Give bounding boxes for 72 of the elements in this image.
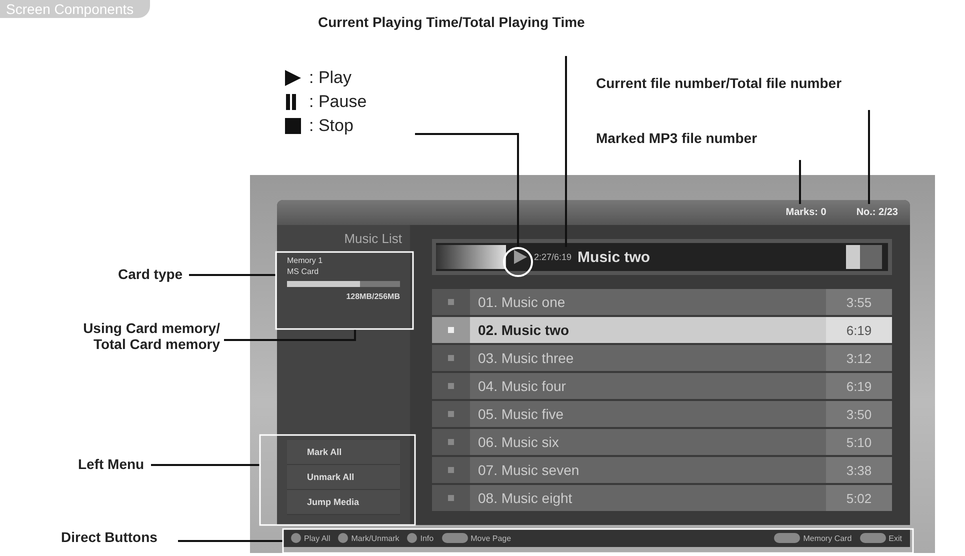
track-duration: 5:10 (826, 429, 892, 455)
track-row[interactable]: 02. Music two 6:19 (432, 317, 892, 343)
mark-box[interactable] (448, 327, 454, 333)
track-duration: 6:19 (826, 373, 892, 399)
playing-time: 2:27/6:19 (534, 252, 572, 262)
direct-button-label[interactable]: Move Page (470, 534, 512, 542)
track-duration: 3:50 (826, 401, 892, 427)
mark-box[interactable] (448, 411, 454, 417)
round-key-icon (407, 533, 418, 543)
track-row[interactable]: 08. Music eight 5:02 (432, 485, 892, 511)
direct-button-label[interactable]: Play All (304, 534, 330, 542)
mark-box[interactable] (448, 439, 454, 445)
track-name: 03. Music three (477, 350, 575, 366)
track-row[interactable]: 05. Music five 3:50 (432, 401, 892, 427)
level-meter-drawing (436, 245, 506, 269)
callout-label: Direct Buttons (61, 529, 158, 545)
menu-item[interactable]: Jump Media (287, 490, 400, 515)
leader-line (799, 160, 801, 204)
track-row[interactable]: 01. Music one 3:55 (432, 289, 892, 315)
file-number: No.: 2/23 (856, 207, 898, 218)
play-icon (285, 70, 301, 86)
callout-label: Marked MP3 file number (596, 130, 758, 146)
direct-button-label[interactable]: Exit (888, 534, 902, 542)
track-name: 04. Music four (477, 378, 567, 394)
mark-box[interactable] (448, 467, 454, 473)
stop-icon (285, 118, 301, 134)
track-name: 07. Music seven (477, 462, 580, 478)
callout-label: Left Menu (78, 456, 144, 472)
key-icon (860, 533, 886, 543)
track-name: 01. Music one (477, 294, 566, 310)
round-key-icon (338, 533, 348, 543)
callout-label: Current file number/Total file number (596, 75, 842, 91)
track-name: 05. Music five (477, 406, 565, 422)
callout-label: Card type (118, 266, 183, 282)
track-name: 02. Music two (477, 322, 570, 338)
track-name: 08. Music eight (477, 490, 574, 506)
card-type: MS Card (287, 267, 320, 276)
track-duration: 5:02 (826, 485, 892, 511)
legend-label: : Pause (309, 92, 367, 112)
direct-button-label[interactable]: Memory Card (803, 534, 852, 542)
memory-usage: 128MB/256MB (345, 292, 400, 301)
key-icon (442, 533, 468, 543)
track-name: 06. Music six (477, 434, 560, 450)
list-title: Music List (343, 231, 403, 246)
callout-label: Current Playing Time/Total Playing Time (318, 14, 585, 30)
track-row[interactable]: 07. Music seven 3:38 (432, 457, 892, 483)
menu-item[interactable]: Unmark All (287, 465, 400, 490)
track-title: Music two (578, 248, 652, 266)
mark-box[interactable] (448, 495, 454, 501)
track-duration: 6:19 (826, 317, 892, 343)
track-duration: 3:38 (826, 457, 892, 483)
track-row[interactable]: 06. Music six 5:10 (432, 429, 892, 455)
memory-slot: Memory 1 (287, 256, 400, 265)
level-meter-drawing (846, 245, 882, 269)
mark-box[interactable] (448, 299, 454, 305)
pause-icon (285, 94, 297, 110)
mark-box[interactable] (448, 355, 454, 361)
marks-count: Marks: 0 (786, 207, 826, 218)
round-key-icon (291, 533, 301, 543)
track-row[interactable]: 04. Music four 6:19 (432, 373, 892, 399)
track-row[interactable]: 03. Music three 3:12 (432, 345, 892, 371)
menu-item[interactable]: Mark All (287, 440, 400, 465)
track-duration: 3:12 (826, 345, 892, 371)
play-icon (512, 249, 528, 265)
legend-label: : Stop (309, 116, 354, 136)
key-icon (774, 533, 800, 543)
callout-label: Using Card memory/ Total Card memory (83, 320, 220, 352)
legend-label: : Play (309, 68, 352, 88)
direct-button-label[interactable]: Info (420, 534, 434, 542)
track-duration: 3:55 (826, 289, 892, 315)
direct-button-label[interactable]: Mark/Unmark (351, 534, 400, 542)
mark-box[interactable] (448, 383, 454, 389)
